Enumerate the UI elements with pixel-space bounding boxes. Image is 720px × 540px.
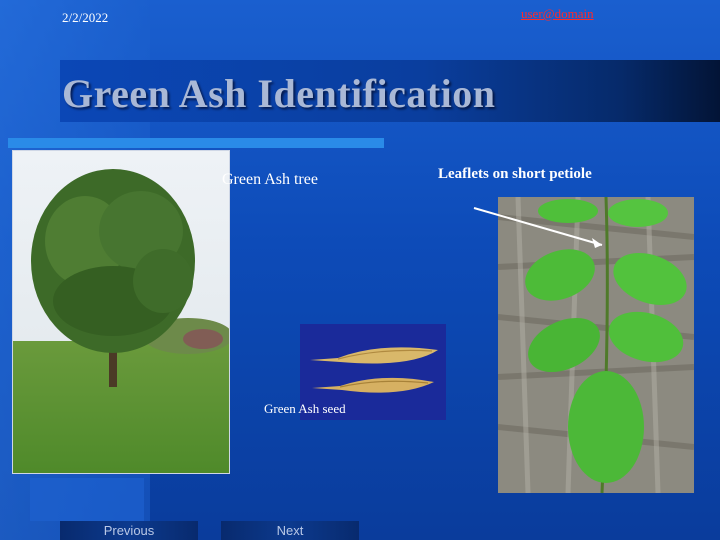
- previous-button[interactable]: Previous: [60, 521, 198, 540]
- slide-date: 2/2/2022: [62, 10, 109, 25]
- email-link[interactable]: user@domain: [521, 6, 594, 22]
- next-button[interactable]: Next: [221, 521, 359, 540]
- tree-caption: Green Ash tree: [222, 171, 318, 188]
- bottom-decor-block: [30, 478, 144, 521]
- slide-title: Green Ash Identification: [62, 71, 496, 116]
- seed-caption: Green Ash seed: [264, 401, 346, 416]
- pointer-arrow: [473, 207, 603, 248]
- leaflet-caption: Leaflets on short petiole: [438, 166, 592, 182]
- green-ash-tree-photo: [12, 150, 230, 474]
- accent-line: [8, 138, 384, 148]
